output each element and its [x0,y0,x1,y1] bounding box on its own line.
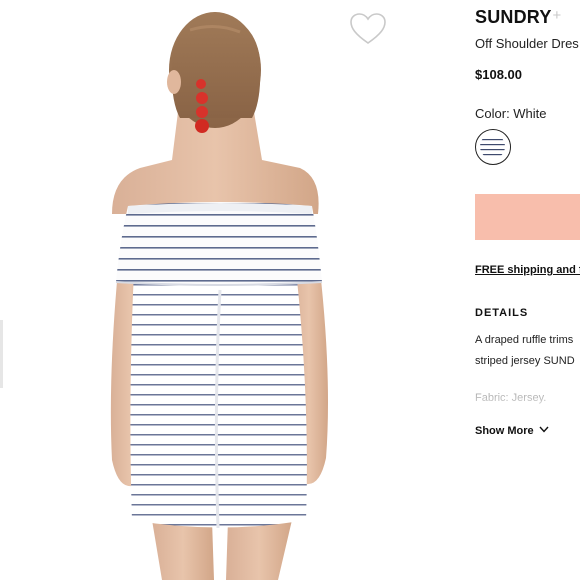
product-price: $108.00 [475,67,522,82]
show-more-button[interactable]: Show More [475,425,549,437]
brand-name[interactable]: SUNDRY+ [475,7,562,28]
add-to-bag-button[interactable] [475,194,580,240]
details-text-line-2: striped jersey SUND [475,355,575,367]
product-info-panel: SUNDRY+ Off Shoulder Dres $108.00 Color:… [475,0,580,580]
chevron-down-icon [539,426,549,433]
fabric-text: Fabric: Jersey. [475,392,547,404]
model-photo [110,12,328,580]
product-image[interactable] [0,0,440,580]
product-page: SUNDRY+ Off Shoulder Dres $108.00 Color:… [0,0,580,580]
show-more-label: Show More [475,425,534,437]
color-label: Color: White [475,106,547,121]
details-heading: DETAILS [475,307,529,319]
striped-fabric-swatch [480,134,505,159]
product-title: Off Shoulder Dres [475,36,579,51]
color-swatch-white[interactable] [475,129,511,165]
brand-plus-icon: + [552,7,562,24]
image-edge [0,320,3,388]
free-shipping-link[interactable]: FREE shipping and f [475,264,580,276]
wishlist-heart-icon[interactable] [349,12,387,46]
details-text-line-1: A draped ruffle trims [475,334,574,346]
brand-label[interactable]: SUNDRY [475,7,552,27]
